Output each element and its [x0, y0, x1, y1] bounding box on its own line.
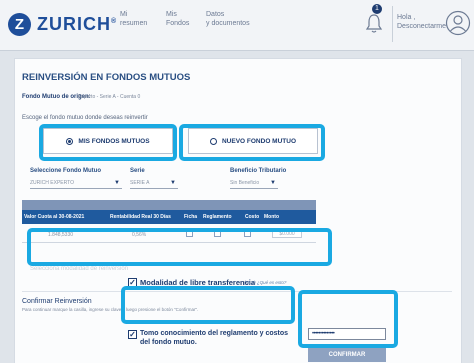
nav-mi-resumen[interactable]: Mi resumen	[120, 10, 147, 28]
zurich-logo[interactable]: Z ZURICH®	[8, 13, 117, 36]
logout-link[interactable]: Desconectarme	[397, 22, 446, 31]
th-monto: Monto	[264, 214, 279, 220]
chevron-down-icon: ▼	[270, 180, 276, 186]
modalidad-heading: Selecciona modalidad de reinversión	[30, 266, 129, 272]
confirm-title: Confirmar Reinversión	[22, 298, 92, 305]
user-avatar-icon[interactable]	[445, 10, 471, 36]
th-rentabilidad: Rentabilidad Real 30 Días	[110, 214, 171, 220]
header-divider	[392, 6, 393, 42]
serie-dropdown[interactable]: SERIE A ▼	[130, 178, 178, 189]
bell-icon[interactable]	[364, 12, 384, 34]
nav-mis-fondos[interactable]: Mis Fondos	[166, 10, 189, 28]
tomo-conocimiento-label: Tomo conocimiento del reglamento y costo…	[140, 330, 289, 346]
highlight-option-mis	[39, 124, 177, 161]
th-costo: Costo	[245, 214, 260, 220]
highlight-option-nuevo	[179, 124, 325, 161]
user-menu[interactable]: Hola , Desconectarme	[397, 13, 446, 31]
user-greeting: Hola ,	[397, 14, 416, 21]
select-fondo-label: Seleccione Fondo Mutuo	[30, 168, 102, 174]
select-fondo-dropdown[interactable]: ZURICH EXPERTO ▼	[30, 178, 122, 189]
origin-value: Experto - Serie A - Cuenta 0	[78, 94, 141, 100]
serie-label: Serie	[130, 168, 145, 174]
page-title: REINVERSIÓN EN FONDOS MUTUOS	[22, 72, 191, 83]
highlight-table-row	[27, 228, 332, 266]
confirm-button[interactable]: CONFIRMAR	[308, 348, 386, 362]
th-reglamento: Reglamento	[203, 214, 232, 220]
beneficio-label: Beneficio Tributario	[230, 168, 287, 174]
th-ficha: Ficha	[184, 214, 198, 220]
logo-mark-icon: Z	[8, 13, 31, 36]
modalidad-help-link[interactable]: (MLT) ¿Qué es esto?	[244, 280, 286, 285]
chevron-down-icon: ▼	[170, 180, 176, 186]
chevron-down-icon: ▼	[114, 180, 120, 186]
highlight-password	[298, 290, 398, 348]
tomo-conocimiento-checkbox[interactable]: ✓	[128, 330, 137, 339]
logo-text: ZURICH®	[37, 14, 118, 34]
beneficio-dropdown[interactable]: Sin Beneficio ▼	[230, 178, 278, 189]
nav-datos-documentos[interactable]: Datos y documentos	[206, 10, 250, 28]
highlight-confirm-text	[121, 286, 295, 324]
choose-fund-text: Escoge el fondo mutuo donde deseas reinv…	[22, 115, 148, 121]
table-top-strip	[22, 200, 316, 210]
th-valor-cuota: Valor Cuota al 30-08-2021	[24, 214, 85, 220]
notification-badge: 1	[372, 4, 382, 14]
